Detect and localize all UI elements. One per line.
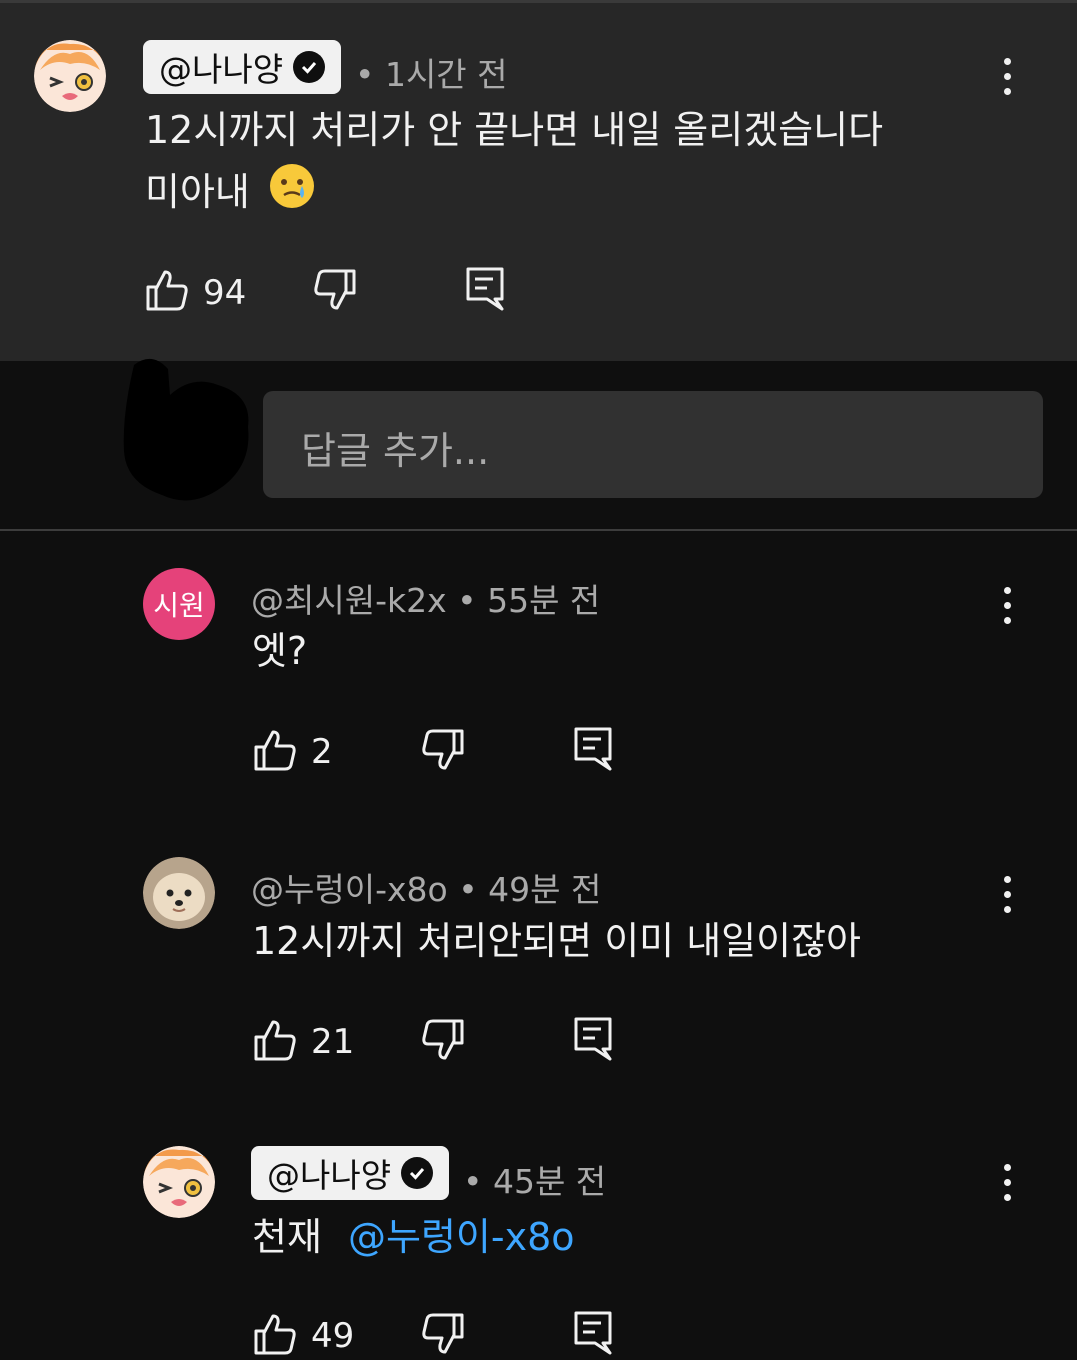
thumbs-up-icon	[254, 1314, 296, 1355]
like-count: 49	[311, 1316, 355, 1356]
check-circle-icon	[401, 1157, 434, 1189]
mention-link[interactable]: @누렁이-x8o	[348, 1215, 575, 1259]
like-count: 2	[311, 732, 333, 772]
dislike-button[interactable]	[421, 728, 465, 776]
reply-input-placeholder: 답글 추가...	[301, 429, 490, 473]
comment-time: • 1시간 전	[355, 55, 508, 94]
like-count: 21	[311, 1022, 355, 1062]
dislike-button[interactable]	[421, 1312, 465, 1360]
reply-author[interactable]: @누렁이-x8o	[251, 870, 448, 909]
reply-author[interactable]: @최시원-k2x	[251, 581, 447, 620]
like-count: 94	[203, 273, 247, 313]
comment-text-line2-row: 미아내	[145, 161, 316, 228]
reply-button[interactable]	[573, 726, 613, 776]
thumbs-down-icon	[422, 729, 464, 770]
comment-icon	[574, 1017, 612, 1061]
reply-author: @나나양	[267, 1156, 392, 1195]
more-vertical-icon[interactable]	[1002, 876, 1012, 916]
author-name: @나나양	[159, 50, 284, 89]
more-vertical-icon[interactable]	[1002, 58, 1012, 98]
reply-time: • 45분 전	[463, 1162, 607, 1201]
reply-avatar[interactable]	[143, 857, 215, 929]
thumbs-up-icon	[254, 1020, 296, 1061]
reply-meta: @최시원-k2x • 55분 전	[251, 574, 600, 622]
thumbs-down-icon	[422, 1019, 464, 1060]
comment-text-line2: 미아내	[145, 170, 250, 214]
more-vertical-icon[interactable]	[1002, 1164, 1012, 1204]
more-vertical-icon[interactable]	[1002, 587, 1012, 627]
emoji	[268, 162, 316, 228]
like-button[interactable]	[253, 1018, 297, 1066]
check-circle-icon	[293, 51, 326, 83]
author-chip[interactable]: @나나양	[143, 40, 342, 94]
reply-text: 엣?	[252, 629, 308, 673]
author-avatar[interactable]	[34, 40, 106, 112]
thumbs-up-icon	[146, 270, 188, 311]
reply-avatar[interactable]: 시원	[143, 568, 215, 640]
reply-text: 12시까지 처리안되면 이미 내일이잖아	[252, 919, 861, 963]
reply-button[interactable]	[573, 1310, 613, 1360]
reply-text: 천재	[252, 1215, 322, 1259]
comment-text: 12시까지 처리가 안 끝나면 내일 올리겠습니다	[145, 99, 883, 161]
comment-icon	[574, 1311, 612, 1355]
comment-text-line1: 12시까지 처리가 안 끝나면 내일 올리겠습니다	[145, 108, 884, 152]
comment-icon	[466, 267, 504, 311]
reply-avatar[interactable]	[143, 1146, 215, 1218]
thumbs-down-icon	[314, 269, 356, 310]
redacted-avatar	[122, 355, 252, 505]
reply-time: • 49분 전	[458, 870, 602, 909]
like-button[interactable]	[253, 1312, 297, 1360]
author-chip[interactable]: @나나양	[251, 1146, 450, 1200]
like-button[interactable]	[253, 728, 297, 776]
reply-text-row: 천재 @누렁이-x8o	[252, 1206, 575, 1268]
thumbs-up-icon	[254, 730, 296, 771]
reply-button[interactable]	[573, 1016, 613, 1066]
comment-icon	[574, 727, 612, 771]
thumbs-down-icon	[422, 1313, 464, 1354]
dislike-button[interactable]	[421, 1018, 465, 1066]
top-divider	[0, 0, 1077, 3]
avatar-initials: 시원	[153, 589, 205, 622]
reply-time: • 55분 전	[457, 581, 601, 620]
like-button[interactable]	[145, 268, 189, 316]
reply-button[interactable]	[465, 266, 505, 316]
section-divider	[0, 529, 1077, 531]
reply-meta: @누렁이-x8o • 49분 전	[251, 863, 601, 911]
dislike-button[interactable]	[313, 268, 357, 316]
